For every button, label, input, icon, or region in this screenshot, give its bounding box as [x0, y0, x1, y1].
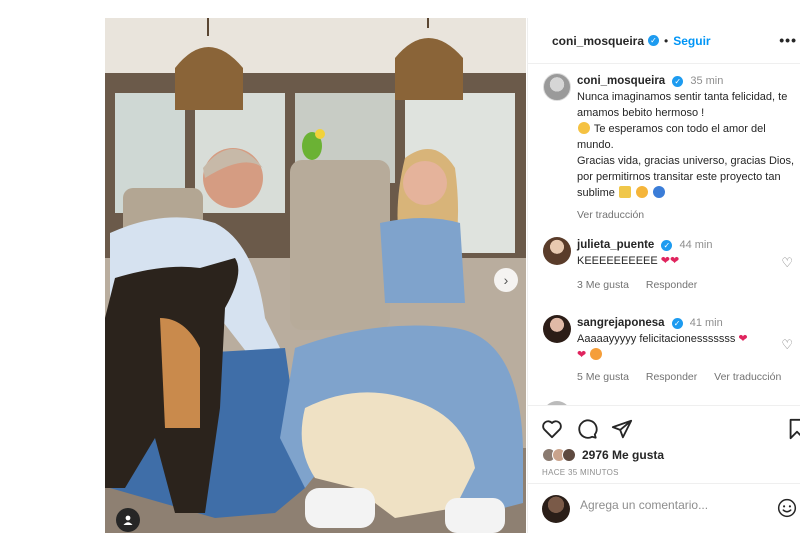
comment-likes[interactable]: 5 Me gusta: [577, 371, 629, 383]
reply-button[interactable]: Responder: [646, 279, 697, 291]
paper-plane-icon: [611, 419, 633, 439]
red-heart-emoji-icon: ❤❤: [660, 255, 680, 267]
comment-item: julieta_puente ✓ 44 min KEEEEEEEEEE ❤❤ 3…: [577, 237, 797, 293]
author-avatar[interactable]: [543, 73, 571, 101]
like-comment-heart-icon[interactable]: ♡: [781, 255, 793, 271]
caption-time: 35 min: [690, 75, 724, 87]
separator-dot: •: [664, 33, 669, 48]
caption-line-2: Te esperamos con todo el amor del mundo.: [577, 123, 766, 151]
caption: coni_mosqueira ✓ 35 min Nunca imaginamos…: [577, 73, 797, 223]
commenter-avatar[interactable]: [543, 315, 571, 343]
post-actions: 2976 Me gusta HACE 35 MINUTOS: [528, 405, 800, 483]
comment-translate-link[interactable]: Ver traducción: [714, 371, 781, 383]
add-comment-bar: [528, 483, 800, 533]
comment-input[interactable]: [580, 498, 770, 512]
verified-badge-icon: ✓: [648, 35, 660, 46]
comment-username[interactable]: julieta_puente: [577, 239, 654, 251]
comment-time: 41 min: [689, 317, 723, 329]
smiling-face-emoji-icon: [590, 348, 603, 360]
post-photo-illustration: [105, 18, 526, 533]
post-header: coni_mosqueira ✓ • Seguir •••: [528, 18, 800, 64]
blue-circle-emoji-icon: [653, 186, 666, 198]
bookmark-icon: [789, 418, 800, 440]
like-button[interactable]: [539, 416, 565, 442]
likes-summary[interactable]: 2976 Me gusta: [542, 448, 664, 462]
header-username[interactable]: coni_mosqueira: [552, 34, 644, 48]
verified-badge-icon: ✓: [661, 239, 673, 251]
person-icon: [123, 515, 133, 525]
post-sidebar: coni_mosqueira ✓ • Seguir ••• coni_mosqu…: [527, 18, 800, 533]
likes-count[interactable]: 2976 Me gusta: [582, 448, 664, 462]
red-heart-emoji-icon: ❤: [577, 349, 587, 361]
comment-text: Aaaaayyyyy felicitacionesssssss: [577, 333, 736, 345]
reply-button[interactable]: Responder: [646, 371, 697, 383]
smiley-icon: [777, 498, 797, 518]
post-photo[interactable]: ›: [105, 18, 526, 533]
caption-username[interactable]: coni_mosqueira: [577, 75, 665, 87]
save-button[interactable]: [784, 416, 800, 442]
post-timestamp: HACE 35 MINUTOS: [542, 468, 619, 477]
sparkles-emoji-icon: [618, 186, 631, 198]
baby-emoji-icon: [578, 122, 590, 134]
comment-text: KEEEEEEEEEE: [577, 255, 658, 267]
comment-button[interactable]: [574, 416, 600, 442]
comment-item: sangrejaponesa ✓ 41 min Aaaaayyyyy felic…: [577, 315, 797, 385]
red-heart-emoji-icon: ❤: [738, 333, 748, 345]
liker-avatar: [562, 448, 576, 462]
current-user-avatar: [542, 495, 570, 523]
caption-translate-link[interactable]: Ver traducción: [577, 207, 797, 223]
verified-badge-icon: ✓: [672, 75, 684, 87]
face-emoji-icon: [636, 186, 649, 198]
comment-username[interactable]: sangrejaponesa: [577, 317, 665, 329]
commenter-avatar[interactable]: [543, 237, 571, 265]
comment-time: 44 min: [679, 239, 713, 251]
comment-likes[interactable]: 3 Me gusta: [577, 279, 629, 291]
comment-bubble-icon: [578, 419, 598, 439]
like-comment-heart-icon[interactable]: ♡: [781, 337, 793, 353]
tagged-people-button[interactable]: [116, 508, 140, 532]
emoji-picker-button[interactable]: [777, 498, 797, 523]
caption-line-3: Gracias vida, gracias universo, gracias …: [577, 155, 795, 199]
next-photo-button[interactable]: ›: [494, 268, 518, 292]
follow-button[interactable]: Seguir: [673, 34, 710, 48]
caption-line-1: Nunca imaginamos sentir tanta felicidad,…: [577, 91, 788, 119]
verified-badge-icon: ✓: [671, 317, 683, 329]
more-options-icon[interactable]: •••: [779, 32, 797, 48]
heart-icon: [542, 420, 562, 439]
comments-section[interactable]: coni_mosqueira ✓ 35 min Nunca imaginamos…: [528, 65, 800, 405]
share-button[interactable]: [609, 416, 635, 442]
